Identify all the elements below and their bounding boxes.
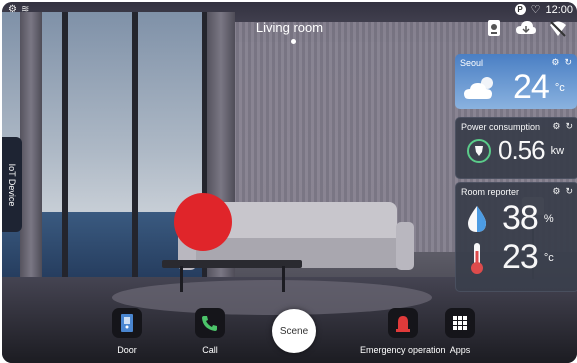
humidity-value: 38 [502,199,539,237]
card-settings-icon[interactable]: ⚙ [552,186,560,197]
dock-door[interactable]: Door [112,302,142,355]
p-badge-icon: P [514,4,526,15]
weather-card[interactable]: Seoul ⚙ ↻ 24 °c [455,54,577,109]
wifi-icon: ≋ [20,4,30,15]
dock-apps-label: Apps [449,345,471,355]
window-mullion [62,12,68,287]
no-signal-icon[interactable] [547,18,569,40]
iot-device-tab[interactable]: IoT Device [2,137,22,232]
dock-door-label: Door [117,345,137,355]
thermometer-icon [471,242,483,274]
status-bar-right: P ♡ 12:00 [514,3,573,16]
room-temperature-unit: °c [543,251,554,264]
weather-unit: °c [554,81,565,94]
humidity-drop-icon [468,205,486,232]
cloud-icon[interactable] [515,18,537,40]
siren-icon[interactable] [387,308,418,338]
dock-call[interactable]: Call [195,302,225,355]
cloud-sun-icon [464,76,493,99]
door-icon[interactable] [112,308,142,338]
power-value: 0.56 [498,135,546,165]
scene-button[interactable]: Scene [272,309,316,353]
refresh-icon[interactable]: ↻ [565,121,573,132]
reporter-title: Room reporter [461,186,520,197]
power-card[interactable]: Power consumption ⚙ ↻ 0.56 kw [455,117,577,179]
table-leg [180,266,183,292]
clock: 12:00 [545,3,573,16]
power-title: Power consumption [461,121,541,132]
dock-emergency[interactable]: Emergency operation [360,302,446,355]
weather-city: Seoul [460,57,484,68]
refresh-icon[interactable]: ↻ [565,186,573,197]
sofa-arm [396,222,414,270]
weather-temperature: 24 [513,68,550,106]
grid-icon[interactable] [445,308,475,338]
coffee-table [162,260,302,268]
plug-icon [467,138,491,163]
power-unit: kw [550,144,565,157]
room-reporter-card[interactable]: Room reporter ⚙ ↻ 38 % 23 °c [455,182,577,292]
scene-label: Scene [279,325,309,337]
settings-icon: ⚙ [8,4,17,15]
page-indicator [291,39,296,44]
table-leg [282,266,285,292]
top-toolbar [483,18,569,40]
curtain [20,12,42,282]
dock-call-label: Call [202,345,218,355]
dock-apps[interactable]: Apps [445,302,475,355]
iot-device-label: IoT Device [7,163,17,206]
window-mullion [132,12,138,287]
room-temperature-value: 23 [502,238,539,276]
touch-indicator [174,193,232,251]
device-icon[interactable] [483,18,505,40]
phone-icon[interactable] [195,308,225,338]
heart-icon: ♡ [530,4,541,16]
humidity-unit: % [543,212,554,225]
dock-emergency-label: Emergency operation [360,345,446,355]
status-bar-left: ⚙ ≋ [8,4,29,15]
card-settings-icon[interactable]: ⚙ [552,121,560,132]
card-settings-icon[interactable]: ⚙ [551,57,559,68]
screen: ⚙ ≋ P ♡ 12:00 Living room IoT Device Seo… [2,2,577,363]
refresh-icon[interactable]: ↻ [564,57,572,68]
